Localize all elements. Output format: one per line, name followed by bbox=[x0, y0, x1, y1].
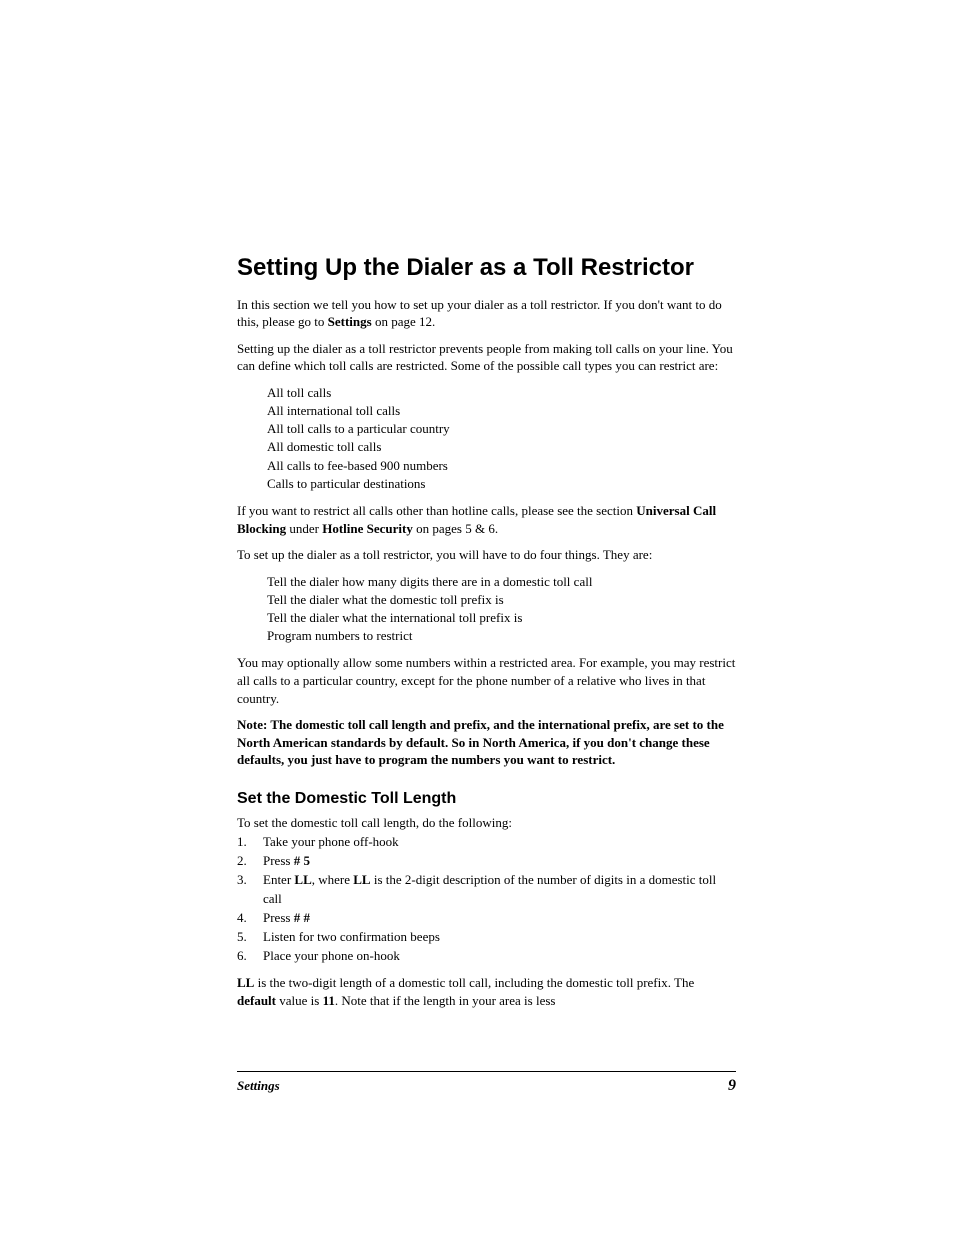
note-paragraph: Note: The domestic toll call length and … bbox=[237, 716, 736, 769]
step-text: Listen for two confirmation beeps bbox=[263, 928, 736, 947]
text: on pages 5 & 6. bbox=[413, 521, 498, 536]
list-item: Tell the dialer how many digits there ar… bbox=[267, 573, 736, 591]
list-item: All international toll calls bbox=[267, 402, 736, 420]
variable: LL bbox=[353, 872, 370, 887]
paragraph: LL is the two-digit length of a domestic… bbox=[237, 974, 736, 1009]
text: Press bbox=[263, 910, 294, 925]
text: Press bbox=[263, 853, 294, 868]
default-value: 11 bbox=[323, 993, 335, 1008]
step-number: 6. bbox=[237, 947, 263, 966]
list-item: Calls to particular destinations bbox=[267, 475, 736, 493]
step-text: Enter LL, where LL is the 2-digit descri… bbox=[263, 871, 736, 909]
text: value is bbox=[276, 993, 323, 1008]
key-sequence: # # bbox=[294, 910, 310, 925]
hotline-security-ref: Hotline Security bbox=[322, 521, 413, 536]
variable: LL bbox=[294, 872, 311, 887]
list-item: All calls to fee-based 900 numbers bbox=[267, 457, 736, 475]
step-text: Place your phone on-hook bbox=[263, 947, 736, 966]
list-item: Tell the dialer what the domestic toll p… bbox=[267, 591, 736, 609]
document-page: Setting Up the Dialer as a Toll Restrict… bbox=[0, 0, 954, 1235]
procedure-step: 6. Place your phone on-hook bbox=[237, 947, 736, 966]
procedure-step: 2. Press # 5 bbox=[237, 852, 736, 871]
text: , where bbox=[312, 872, 354, 887]
list-item: All domestic toll calls bbox=[267, 438, 736, 456]
procedure-list: 1. Take your phone off-hook 2. Press # 5… bbox=[237, 833, 736, 965]
list-item: All toll calls bbox=[267, 384, 736, 402]
step-text: Press # 5 bbox=[263, 852, 736, 871]
paragraph: To set the domestic toll call length, do… bbox=[237, 814, 736, 832]
procedure-step: 1. Take your phone off-hook bbox=[237, 833, 736, 852]
text: . Note that if the length in your area i… bbox=[335, 993, 556, 1008]
text: on page 12. bbox=[372, 314, 436, 329]
text: In this section we tell you how to set u… bbox=[237, 297, 722, 330]
page-title: Setting Up the Dialer as a Toll Restrict… bbox=[237, 253, 736, 284]
page-footer: Settings 9 bbox=[237, 1063, 736, 1095]
paragraph: Setting up the dialer as a toll restrict… bbox=[237, 340, 736, 375]
text: Enter bbox=[263, 872, 294, 887]
settings-ref: Settings bbox=[328, 314, 372, 329]
step-number: 3. bbox=[237, 871, 263, 909]
paragraph: If you want to restrict all calls other … bbox=[237, 502, 736, 537]
footer-page-number: 9 bbox=[728, 1077, 736, 1095]
list-item: All toll calls to a particular country bbox=[267, 420, 736, 438]
restrict-types-list: All toll calls All international toll ca… bbox=[267, 384, 736, 493]
step-text: Press # # bbox=[263, 909, 736, 928]
step-number: 5. bbox=[237, 928, 263, 947]
default-label: default bbox=[237, 993, 276, 1008]
setup-steps-list: Tell the dialer how many digits there ar… bbox=[267, 573, 736, 646]
footer-section-label: Settings bbox=[237, 1078, 280, 1094]
procedure-step: 4. Press # # bbox=[237, 909, 736, 928]
footer-rule bbox=[237, 1071, 736, 1072]
paragraph: You may optionally allow some numbers wi… bbox=[237, 654, 736, 707]
procedure-step: 3. Enter LL, where LL is the 2-digit des… bbox=[237, 871, 736, 909]
paragraph: In this section we tell you how to set u… bbox=[237, 296, 736, 331]
text: is the two-digit length of a domestic to… bbox=[254, 975, 694, 990]
footer-row: Settings 9 bbox=[237, 1077, 736, 1095]
text: under bbox=[286, 521, 322, 536]
list-item: Program numbers to restrict bbox=[267, 627, 736, 645]
list-item: Tell the dialer what the international t… bbox=[267, 609, 736, 627]
paragraph: To set up the dialer as a toll restricto… bbox=[237, 546, 736, 564]
step-number: 1. bbox=[237, 833, 263, 852]
step-number: 4. bbox=[237, 909, 263, 928]
section-heading: Set the Domestic Toll Length bbox=[237, 789, 736, 808]
step-number: 2. bbox=[237, 852, 263, 871]
key-sequence: # 5 bbox=[294, 853, 310, 868]
step-text: Take your phone off-hook bbox=[263, 833, 736, 852]
text: If you want to restrict all calls other … bbox=[237, 503, 636, 518]
procedure-step: 5. Listen for two confirmation beeps bbox=[237, 928, 736, 947]
variable: LL bbox=[237, 975, 254, 990]
